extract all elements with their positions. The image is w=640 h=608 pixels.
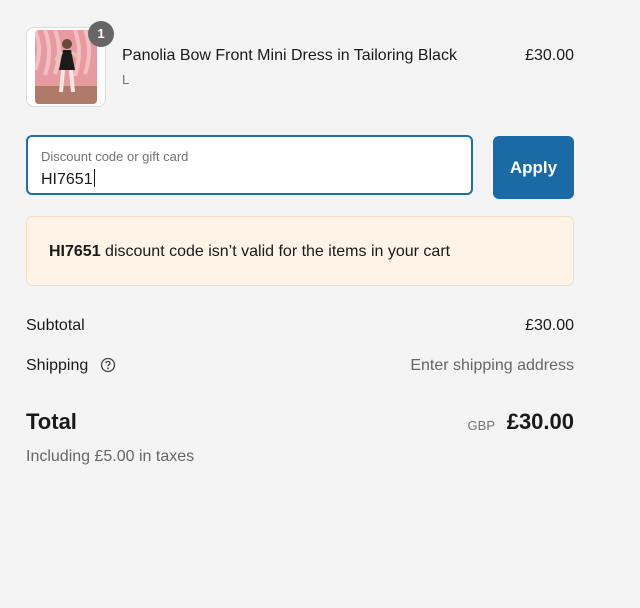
shipping-label: Shipping (26, 357, 89, 374)
subtotal-value: £30.00 (525, 317, 574, 334)
discount-code-value[interactable]: HI7651 (41, 169, 95, 189)
shipping-value: Enter shipping address (410, 357, 574, 374)
total-value: £30.00 (506, 409, 574, 434)
taxes-note: Including £5.00 in taxes (26, 448, 195, 465)
product-variant: L (122, 72, 130, 87)
discount-code-input[interactable]: Discount code or gift card HI7651 (26, 135, 473, 195)
quantity-badge: 1 (88, 21, 114, 47)
shipping-help-icon[interactable] (100, 357, 116, 373)
product-image (35, 30, 97, 104)
subtotal-label: Subtotal (26, 317, 85, 334)
product-thumbnail: 1 (26, 21, 114, 107)
text-caret (93, 169, 95, 187)
error-discount-code: HI7651 (49, 243, 101, 260)
discount-error-message: HI7651 discount code isn’t valid for the… (49, 243, 450, 261)
error-message-text: discount code isn’t valid for the items … (100, 243, 451, 260)
currency-code: GBP (467, 418, 495, 433)
total-label: Total (26, 409, 77, 434)
discount-error-banner: HI7651 discount code isn’t valid for the… (26, 216, 574, 286)
discount-code-text: HI7651 (41, 171, 93, 188)
discount-code-placeholder: Discount code or gift card (41, 149, 189, 164)
product-price: £30.00 (525, 47, 574, 64)
product-name: Panolia Bow Front Mini Dress in Tailorin… (122, 47, 457, 64)
line-item: 1 Panolia Bow Front Mini Dress in Tailor… (26, 21, 574, 107)
apply-button[interactable]: Apply (493, 136, 574, 199)
